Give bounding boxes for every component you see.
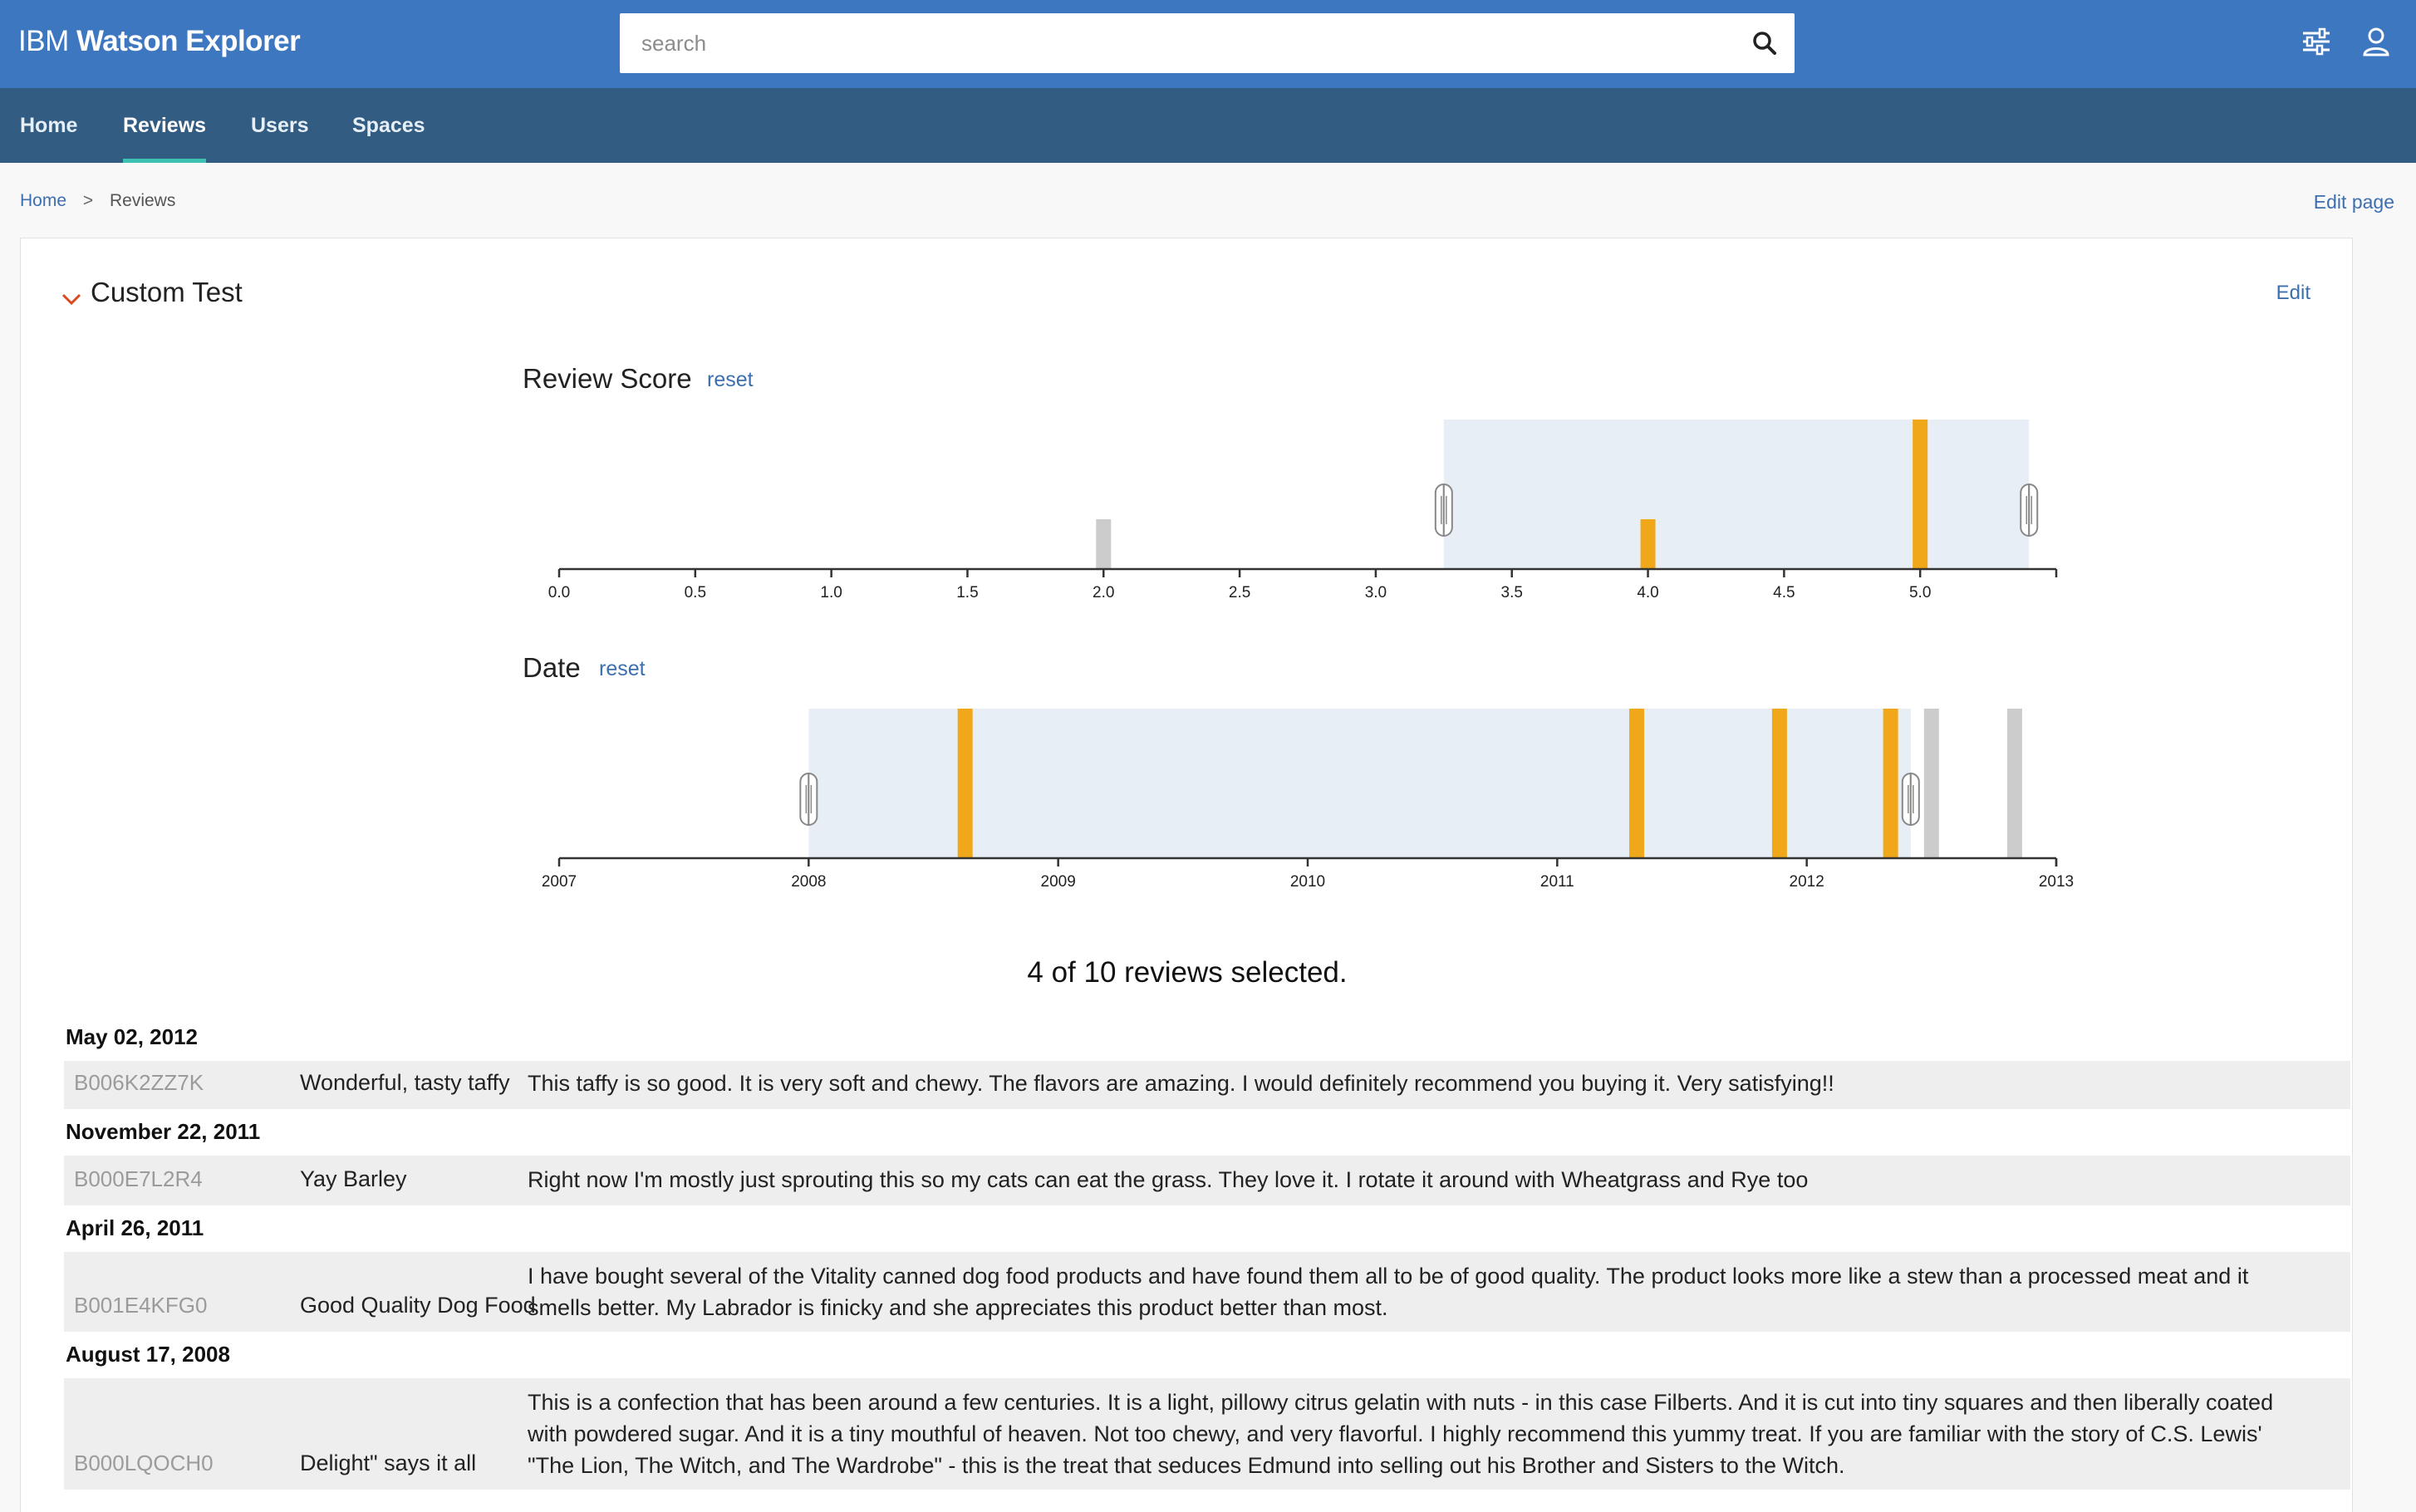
x-axis-tick-label: 5.0: [1909, 584, 1931, 601]
brush-selection: [808, 709, 1911, 858]
x-axis-tick-label: 2008: [791, 873, 826, 891]
breadcrumb: Home > Reviews: [20, 191, 175, 211]
breadcrumb-separator: >: [82, 191, 94, 210]
histogram-bar: [1096, 519, 1112, 569]
review-date-heading: August 17, 2008: [66, 1342, 230, 1367]
review-product-id: B001E4KFG0: [74, 1293, 208, 1318]
x-axis-tick-label: 2011: [1540, 873, 1574, 891]
x-axis-tick-label: 3.0: [1365, 584, 1387, 601]
review-summary: Wonderful, tasty taffy: [300, 1070, 510, 1095]
brand-prefix: IBM: [18, 25, 69, 57]
x-axis-tick-label: 3.5: [1501, 584, 1523, 601]
custom-test-panel: Custom Test Edit Review Score reset 0.0 0…: [20, 238, 2353, 1512]
date-chart[interactable]: 2007 2008 2009 2010 2011 2012 2013: [519, 692, 2098, 891]
review-summary: Delight" says it all: [300, 1451, 477, 1475]
review-row[interactable]: B000LQOCH0 Delight" says it all This is …: [64, 1378, 2350, 1490]
nav-users[interactable]: Users: [251, 88, 309, 163]
histogram-bar-selected: [957, 709, 973, 858]
x-axis-tick-label: 1.5: [956, 584, 978, 601]
nav-reviews-label: Reviews: [123, 114, 207, 137]
nav-active-indicator: [123, 159, 207, 163]
x-axis-tick-label: 4.0: [1637, 584, 1658, 601]
histogram-bar: [2006, 709, 2022, 858]
review-row[interactable]: B000E7L2R4 Yay Barley Right now I'm most…: [64, 1156, 2350, 1205]
nav-reviews[interactable]: Reviews: [123, 88, 207, 163]
histogram-bar: [1923, 709, 1939, 858]
nav-spaces[interactable]: Spaces: [352, 88, 425, 163]
x-axis-tick-label: 2010: [1290, 873, 1325, 891]
brand-name: Watson Explorer: [76, 25, 301, 57]
user-icon[interactable]: [2360, 25, 2393, 58]
x-axis-tick-label: 2007: [542, 873, 577, 891]
panel-edit-link[interactable]: Edit: [2276, 282, 2310, 305]
review-row[interactable]: B006K2ZZ7K Wonderful, tasty taffy This t…: [64, 1061, 2350, 1109]
breadcrumb-current: Reviews: [109, 191, 176, 210]
review-text: I have bought several of the Vitality ca…: [528, 1264, 2249, 1320]
review-score-reset[interactable]: reset: [707, 368, 754, 392]
histogram-bar-selected: [1913, 420, 1928, 569]
x-axis-tick-label: 2.5: [1229, 584, 1250, 601]
brush-handle-left[interactable]: [1434, 483, 1453, 538]
selection-summary: 4 of 10 reviews selected.: [1027, 956, 1348, 989]
review-product-id: B000LQOCH0: [74, 1451, 214, 1475]
brush-selection: [1443, 420, 2030, 569]
review-product-id: B000E7L2R4: [74, 1166, 203, 1191]
main-nav: Home Reviews Users Spaces: [0, 88, 2416, 163]
review-text: This taffy is so good. It is very soft a…: [528, 1071, 1834, 1096]
review-score-title: Review Score: [523, 363, 692, 394]
x-axis-tick-label: 2013: [2039, 873, 2074, 891]
search-input[interactable]: [641, 13, 1721, 73]
review-product-id: B006K2ZZ7K: [74, 1070, 204, 1095]
edit-page-link[interactable]: Edit page: [2314, 191, 2394, 214]
histogram-bar-selected: [1640, 519, 1656, 569]
histogram-bar-selected: [1628, 709, 1644, 858]
brand-logo[interactable]: IBM Watson Explorer: [18, 25, 301, 58]
brush-handle-left[interactable]: [799, 772, 818, 827]
top-bar: IBM Watson Explorer: [0, 0, 2416, 88]
x-axis-tick-label: 2.0: [1093, 584, 1114, 601]
review-score-chart[interactable]: 0.0 0.5 1.0 1.5 2.0 2.5 3.0 3.5 4.0 4.5 5.0: [519, 403, 2098, 602]
review-date-heading: May 02, 2012: [66, 1024, 199, 1049]
x-axis-tick-label: 0.5: [685, 584, 706, 601]
nav-home[interactable]: Home: [20, 88, 77, 163]
histogram-bar-selected: [1883, 709, 1898, 858]
review-date-heading: November 22, 2011: [66, 1119, 261, 1144]
review-summary: Good Quality Dog Food: [300, 1293, 536, 1318]
review-text: Right now I'm mostly just sprouting this…: [528, 1167, 1809, 1192]
breadcrumb-home[interactable]: Home: [20, 191, 66, 210]
date-reset[interactable]: reset: [599, 657, 646, 681]
search-box: [620, 13, 1795, 73]
settings-sliders-icon[interactable]: [2300, 25, 2333, 58]
x-axis-tick-label: 1.0: [820, 584, 842, 601]
brush-handle-right[interactable]: [1901, 772, 1920, 827]
review-date-heading: April 26, 2011: [66, 1215, 204, 1240]
panel-title[interactable]: Custom Test: [91, 277, 243, 308]
brush-handle-right[interactable]: [2020, 483, 2039, 538]
search-icon[interactable]: [1751, 30, 1778, 56]
review-row[interactable]: B001E4KFG0 Good Quality Dog Food I have …: [64, 1252, 2350, 1332]
x-axis-tick-label: 2012: [1790, 873, 1824, 891]
x-axis-tick-label: 2009: [1041, 873, 1076, 891]
review-summary: Yay Barley: [300, 1166, 407, 1191]
histogram-bar-selected: [1771, 709, 1787, 858]
x-axis-tick-label: 4.5: [1773, 584, 1795, 601]
x-axis-tick-label: 0.0: [548, 584, 570, 601]
chevron-down-icon[interactable]: [61, 288, 82, 310]
review-text: This is a confection that has been aroun…: [528, 1390, 2274, 1478]
date-title: Date: [523, 652, 581, 683]
